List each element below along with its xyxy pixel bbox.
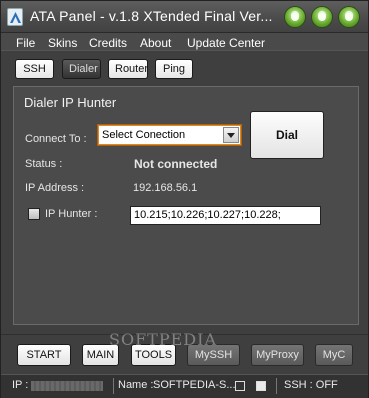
statusbar-divider [276, 378, 277, 394]
ip-address-value: 192.168.56.1 [133, 182, 198, 194]
ip-hunter-label: IP Hunter : [45, 208, 98, 220]
ip-hunter-checkbox[interactable] [28, 208, 40, 220]
tab-router[interactable]: Router [108, 59, 148, 79]
status-bar: IP : Name : SOFTPEDIA-S... SSH : OFF [1, 374, 368, 398]
statusbar-ssh-status: SSH : OFF [284, 379, 338, 391]
connection-select[interactable]: Select Conection [97, 124, 242, 146]
statusbar-name-value: SOFTPEDIA-S... [153, 379, 235, 391]
status-label: Status : [25, 158, 63, 170]
statusbar-toggle-on[interactable] [256, 381, 266, 391]
tab-dialer[interactable]: Dialer [62, 59, 101, 79]
tab-ssh[interactable]: SSH [15, 59, 54, 79]
myc-button[interactable]: MyC [315, 344, 353, 366]
window-title: ATA Panel - v.1.8 XTended Final Ver... [30, 8, 273, 24]
dialer-panel: Dialer IP Hunter Connect To : Select Con… [13, 86, 359, 325]
connect-to-label: Connect To : [25, 133, 87, 145]
start-button[interactable]: START [17, 344, 71, 366]
tab-ping[interactable]: Ping [155, 59, 193, 79]
menu-bar: File Skins Credits About Update Center [1, 33, 368, 51]
app-logo-icon [7, 8, 23, 26]
myproxy-button[interactable]: MyProxy [251, 344, 304, 366]
softpedia-watermark: SOFTPEDIA [109, 330, 217, 349]
menu-credits[interactable]: Credits [89, 36, 127, 50]
menu-update-center[interactable]: Update Center [187, 36, 265, 50]
status-value: Not connected [134, 157, 218, 171]
statusbar-ip-redacted [31, 381, 103, 391]
app-window: ATA Panel - v.1.8 XTended Final Ver... F… [0, 0, 369, 398]
chevron-down-icon[interactable] [223, 127, 239, 143]
menu-file[interactable]: File [16, 36, 35, 50]
maximize-button[interactable] [311, 6, 333, 28]
tab-strip: SSH Dialer Router Ping [1, 52, 368, 82]
minimize-button[interactable] [284, 6, 306, 28]
menu-skins[interactable]: Skins [48, 36, 77, 50]
statusbar-name-label: Name : [118, 379, 154, 391]
panel-title: Dialer IP Hunter [24, 95, 117, 110]
ip-address-label: IP Address : [25, 182, 85, 194]
dial-button[interactable]: Dial [250, 111, 324, 159]
connection-select-value: Select Conection [102, 129, 186, 141]
title-bar[interactable]: ATA Panel - v.1.8 XTended Final Ver... [1, 1, 368, 33]
statusbar-toggle-off[interactable] [235, 381, 245, 391]
menu-about[interactable]: About [140, 36, 171, 50]
close-button[interactable] [338, 6, 360, 28]
statusbar-ip-label: IP : [12, 379, 29, 391]
ip-hunter-input[interactable]: 10.215;10.226;10.227;10.228; [130, 206, 321, 225]
statusbar-divider [113, 378, 114, 394]
